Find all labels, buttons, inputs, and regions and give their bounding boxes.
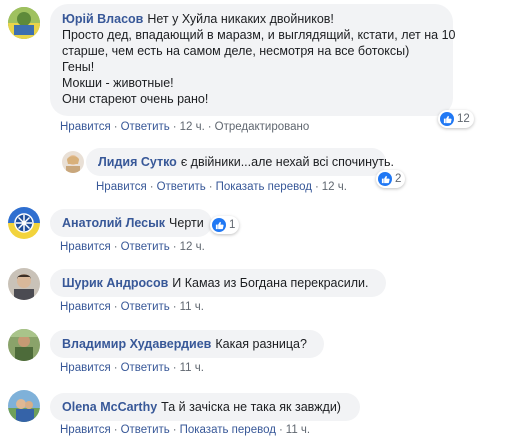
separator: ·	[149, 181, 154, 193]
like-icon	[212, 218, 226, 232]
reaction-count-value: 2	[395, 173, 402, 185]
comment-bubble: Анатолий Лесык Черти	[50, 209, 212, 237]
comment-author[interactable]: Юрій Власов	[62, 12, 143, 26]
separator: ·	[314, 181, 319, 193]
comment-text: старше, чем есть на самом деле, несмотря…	[62, 44, 410, 58]
comment-text: Мокши - животные!	[62, 76, 174, 90]
separator: ·	[172, 121, 177, 133]
comment-author[interactable]: Анатолий Лесык	[62, 216, 165, 230]
reply-button[interactable]: Ответить	[157, 181, 206, 193]
separator: ·	[113, 362, 118, 374]
reaction-count[interactable]: 2	[376, 170, 406, 188]
like-icon	[378, 172, 392, 186]
like-button[interactable]: Нравится	[60, 424, 111, 436]
comment-time[interactable]: 12 ч.	[180, 241, 205, 253]
reply-button[interactable]: Ответить	[121, 424, 170, 436]
separator: ·	[113, 121, 118, 133]
separator: ·	[172, 424, 177, 436]
comment-time[interactable]: 11 ч.	[180, 301, 204, 313]
comment-text: Гены!	[62, 60, 95, 74]
show-translation-button[interactable]: Показать перевод	[216, 181, 312, 193]
show-translation-button[interactable]: Показать перевод	[180, 424, 276, 436]
avatar[interactable]	[8, 268, 40, 300]
avatar[interactable]	[8, 207, 40, 239]
like-button[interactable]: Нравится	[60, 362, 111, 374]
comment-time[interactable]: 11 ч.	[286, 424, 310, 436]
like-button[interactable]: Нравится	[96, 181, 147, 193]
reaction-count-value: 1	[229, 219, 236, 231]
comment-time[interactable]: 12 ч.	[322, 181, 347, 193]
reply-button[interactable]: Ответить	[121, 301, 170, 313]
comment-actions: Нравится · Ответить · 11 ч.	[60, 362, 204, 374]
comment-text: Какая разница?	[215, 337, 307, 351]
reply-button[interactable]: Ответить	[121, 362, 170, 374]
comment-bubble: Юрій Власов Нет у Хуйла никаких двойников…	[50, 4, 456, 116]
separator: ·	[113, 301, 118, 313]
comment-actions: Нравится · Ответить · 12 ч.	[60, 241, 205, 253]
comment-text: Черти	[169, 216, 204, 230]
edited-label: Отредактировано	[214, 121, 310, 133]
comment-bubble: Лидия Сутко є двійники...але нехай всі сп…	[86, 148, 394, 176]
comment-bubble: Olena McCarthy Та й зачіска не така як за…	[50, 393, 360, 421]
avatar[interactable]	[8, 7, 40, 39]
separator: ·	[172, 301, 177, 313]
comment-author[interactable]: Olena McCarthy	[62, 400, 157, 414]
comment-actions: Нравится · Ответить · Показать перевод · 12 ч.	[96, 181, 347, 193]
separator: ·	[172, 241, 177, 253]
like-icon	[440, 112, 454, 126]
separator: ·	[208, 181, 213, 193]
reply-button[interactable]: Ответить	[121, 241, 170, 253]
avatar[interactable]	[8, 390, 40, 422]
separator: ·	[278, 424, 283, 436]
comment-author[interactable]: Шурик Андросов	[62, 276, 168, 290]
comment-bubble: Владимир Худавердиев Какая разница?	[50, 330, 324, 358]
comment-text: Нет у Хуйла никаких двойников!	[147, 12, 334, 26]
comment-text: Они стареют очень рано!	[62, 92, 209, 106]
comment-actions: Нравится · Ответить · 12 ч. · Отредактировано	[60, 121, 309, 133]
reaction-count[interactable]: 1	[210, 216, 240, 234]
comment-author[interactable]: Владимир Худавердиев	[62, 337, 211, 351]
comment-text: Та й зачіска не така як завжди)	[161, 400, 341, 414]
comment-bubble: Шурик Андросов И Камаз из Богдана перекра…	[50, 269, 386, 297]
comment-text: Просто дед, впадающий в маразм, и выгляд…	[62, 28, 456, 42]
comment-actions: Нравится · Ответить · Показать перевод · 11 ч.	[60, 424, 310, 436]
avatar[interactable]	[8, 329, 40, 361]
comment-actions: Нравится · Ответить · 11 ч.	[60, 301, 204, 313]
like-button[interactable]: Нравится	[60, 121, 111, 133]
comment-text: И Камаз из Богдана перекрасили.	[172, 276, 369, 290]
comment-time[interactable]: 11 ч.	[180, 362, 204, 374]
comment-author[interactable]: Лидия Сутко	[98, 155, 177, 169]
reaction-count-value: 12	[457, 113, 470, 125]
separator: ·	[172, 362, 177, 374]
comment-text: є двійники...але нехай всі спочинуть.	[180, 155, 394, 169]
separator: ·	[113, 424, 118, 436]
like-button[interactable]: Нравится	[60, 241, 111, 253]
reply-button[interactable]: Ответить	[121, 121, 170, 133]
reaction-count[interactable]: 12	[438, 110, 474, 128]
like-button[interactable]: Нравится	[60, 301, 111, 313]
comment-time[interactable]: 12 ч.	[180, 121, 205, 133]
separator: ·	[113, 241, 118, 253]
separator: ·	[207, 121, 212, 133]
avatar[interactable]	[62, 151, 84, 173]
